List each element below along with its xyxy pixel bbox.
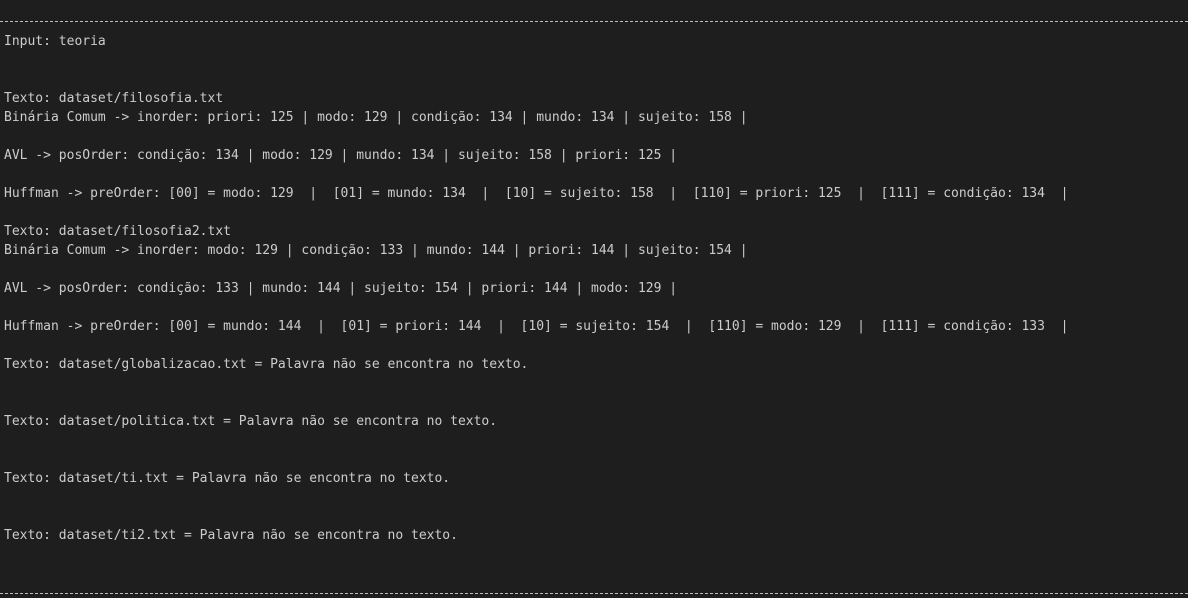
result-globalizacao: Texto: dataset/globalizacao.txt = Palavr… [4,357,529,372]
avl-posorder-filosofia2: AVL -> posOrder: condição: 133 | mundo: … [4,281,678,296]
result-ti: Texto: dataset/ti.txt = Palavra não se e… [4,471,451,486]
text-header-filosofia2: Texto: dataset/filosofia2.txt [4,224,231,239]
input-line: Input: teoria [4,34,106,49]
separator-bottom [0,593,1188,594]
binary-inorder-filosofia2: Binária Comum -> inorder: modo: 129 | co… [4,243,748,258]
huffman-preorder-filosofia: Huffman -> preOrder: [00] = modo: 129 | … [4,186,1069,201]
huffman-preorder-filosofia2: Huffman -> preOrder: [00] = mundo: 144 |… [4,319,1069,334]
avl-posorder-filosofia: AVL -> posOrder: condição: 134 | modo: 1… [4,148,678,163]
result-politica: Texto: dataset/politica.txt = Palavra nã… [4,414,498,429]
text-header-filosofia: Texto: dataset/filosofia.txt [4,91,224,106]
binary-inorder-filosofia: Binária Comum -> inorder: priori: 125 | … [4,110,748,125]
separator-top [0,21,1188,22]
result-ti2: Texto: dataset/ti2.txt = Palavra não se … [4,528,458,543]
terminal-output[interactable]: Input: teoria Texto: dataset/filosofia.t… [0,0,1188,598]
